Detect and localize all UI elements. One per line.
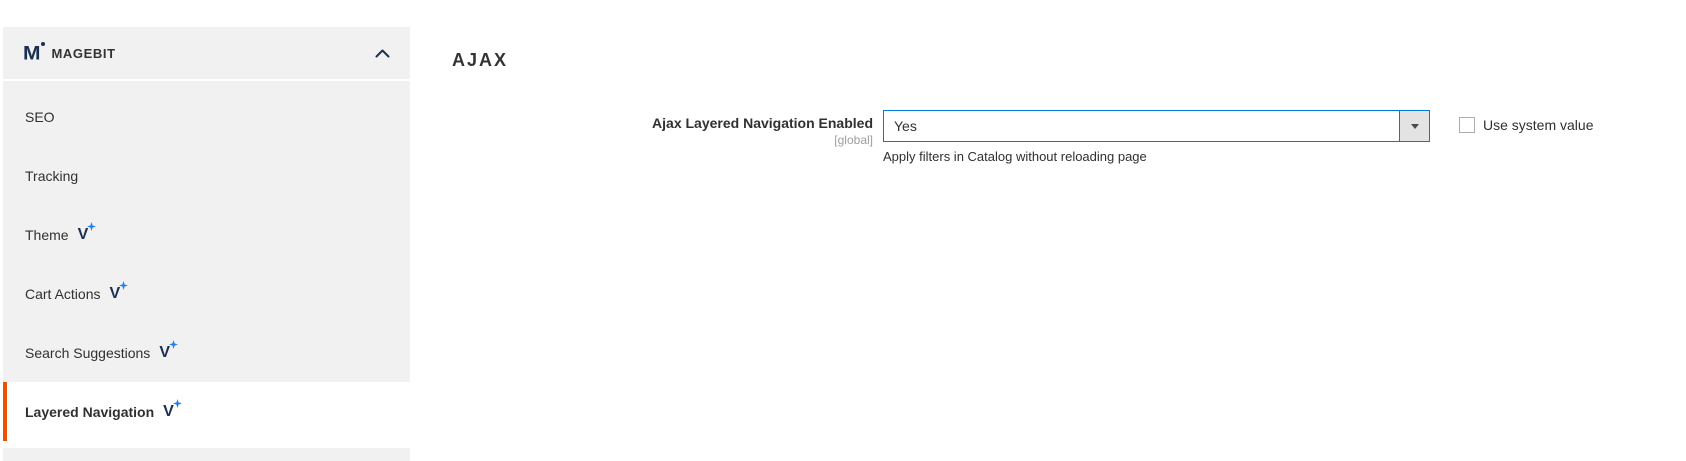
- sidebar-item-label: Tracking: [25, 167, 79, 184]
- next-section-header-partial[interactable]: [3, 448, 410, 461]
- fieldset-heading: AJAX: [452, 50, 509, 70]
- field-note: Apply filters in Catalog without reloadi…: [883, 149, 1147, 164]
- field-label-column: Ajax Layered Navigation Enabled [global]: [455, 110, 873, 146]
- sparkle-icon: [168, 339, 178, 349]
- field-control-column: Yes Apply filters in Catalog without rel…: [883, 110, 1430, 164]
- ajax-enabled-select[interactable]: Yes: [883, 110, 1430, 142]
- field-scope-tag: [global]: [834, 133, 873, 147]
- sparkle-icon: [119, 280, 129, 290]
- v-pro-badge: V: [109, 280, 129, 302]
- section-title: MAGEBIT: [51, 45, 116, 61]
- v-pro-badge: V: [159, 339, 178, 361]
- use-system-value-group: Use system value: [1459, 110, 1593, 133]
- use-system-value-label[interactable]: Use system value: [1483, 117, 1593, 133]
- field-ajax-layered-navigation-enabled: Ajax Layered Navigation Enabled [global]…: [455, 110, 1593, 164]
- sidebar-item-label: Layered Navigation: [25, 403, 155, 420]
- sparkle-icon: [87, 221, 97, 231]
- sidebar-item-tracking[interactable]: Tracking: [3, 146, 410, 205]
- sidebar-item-seo[interactable]: SEO: [3, 87, 410, 146]
- select-arrow-button[interactable]: [1399, 111, 1429, 141]
- use-system-value-checkbox[interactable]: [1459, 117, 1475, 133]
- sidebar-item-label: Search Suggestions: [25, 344, 151, 361]
- chevron-up-icon[interactable]: [375, 49, 390, 58]
- sidebar-item-search-suggestions[interactable]: Search Suggestions V: [3, 323, 410, 382]
- config-nav-list: SEO Tracking Theme V Cart Actions V Sear…: [3, 81, 410, 441]
- sidebar-item-theme[interactable]: Theme V: [3, 205, 410, 264]
- logo-letter: M: [23, 42, 40, 64]
- field-label: Ajax Layered Navigation Enabled: [652, 115, 873, 131]
- v-pro-badge: V: [78, 221, 97, 243]
- caret-down-icon: [1410, 123, 1419, 129]
- sidebar-item-layered-navigation[interactable]: Layered Navigation V: [3, 382, 410, 441]
- sidebar-item-label: Theme: [25, 226, 69, 243]
- magebit-logo-icon: M: [23, 41, 45, 64]
- sidebar-item-label: Cart Actions: [25, 285, 101, 302]
- v-pro-badge: V: [163, 398, 182, 420]
- magebit-section-header[interactable]: M MAGEBIT: [3, 27, 410, 79]
- config-nav-sidebar: M MAGEBIT SEO Tracking Theme V Cart Acti…: [3, 27, 410, 461]
- sidebar-item-label: SEO: [25, 108, 55, 125]
- sidebar-item-cart-actions[interactable]: Cart Actions V: [3, 264, 410, 323]
- logo-dot: [40, 41, 45, 46]
- select-selected-value: Yes: [894, 118, 917, 134]
- sparkle-icon: [172, 398, 182, 408]
